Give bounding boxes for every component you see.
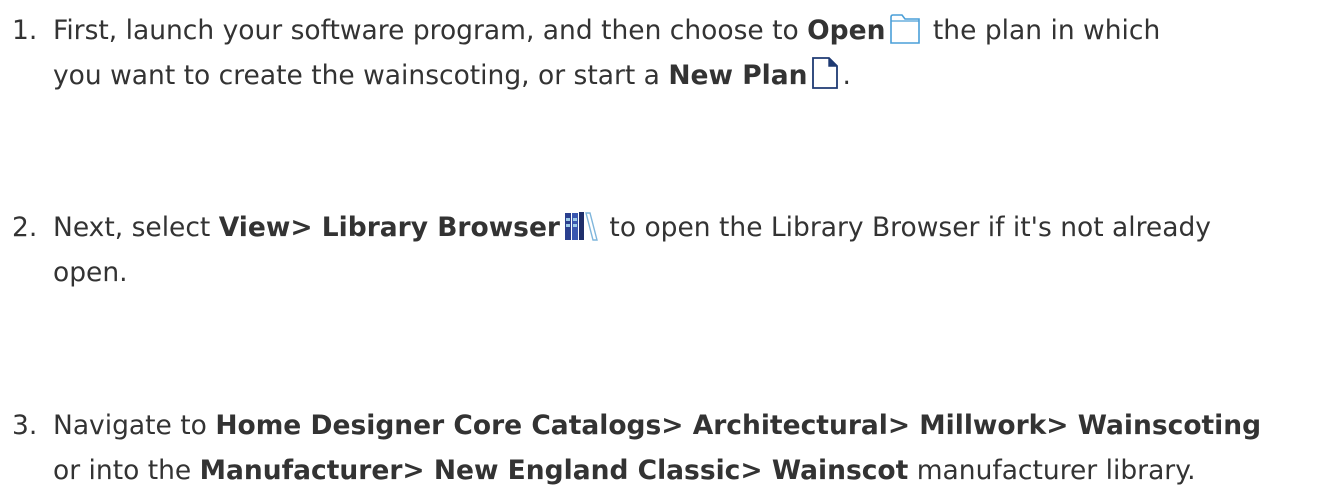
step-3-line-1: 3. Navigate to Home Designer Core Catalog…	[12, 403, 1322, 448]
step-text: the plan in which	[924, 15, 1161, 46]
step-number: 2.	[12, 212, 38, 243]
core-catalog-path: Home Designer Core Catalogs> Architectur…	[215, 410, 1262, 441]
open-command: Open	[807, 15, 886, 46]
step-text: to open the Library Browser if it's not …	[601, 212, 1211, 243]
step-2-line-2: open.	[12, 250, 1322, 295]
step-text: manufacturer library.	[908, 455, 1196, 486]
step-text: you want to create the wainscoting, or s…	[53, 60, 669, 91]
new-plan-command: New Plan	[668, 60, 808, 91]
step-text: open.	[53, 257, 128, 288]
step-text: Navigate to	[53, 410, 216, 441]
step-2: 2. Next, select View> Library Browser to …	[12, 205, 1322, 295]
open-folder-icon	[889, 13, 921, 45]
step-number: 1.	[12, 15, 38, 46]
step-3-line-2: or into the Manufacturer> New England Cl…	[12, 448, 1322, 493]
step-text: Next, select	[53, 212, 219, 243]
new-plan-document-icon	[811, 56, 839, 90]
step-text: First, launch your software program, and…	[53, 15, 808, 46]
step-2-line-1: 2. Next, select View> Library Browser to …	[12, 205, 1322, 250]
manufacturer-path: Manufacturer> New England Classic> Wains…	[199, 455, 909, 486]
library-browser-icon	[564, 210, 598, 242]
library-browser-command: View> Library Browser	[218, 212, 560, 243]
step-1: 1. First, launch your software program, a…	[12, 8, 1322, 98]
step-1-line-1: 1. First, launch your software program, a…	[12, 8, 1322, 53]
step-text: or into the	[53, 455, 200, 486]
step-number: 3.	[12, 410, 38, 441]
step-3: 3. Navigate to Home Designer Core Catalog…	[12, 403, 1322, 493]
step-1-line-2: you want to create the wainscoting, or s…	[12, 53, 1322, 98]
step-text: .	[842, 60, 851, 91]
